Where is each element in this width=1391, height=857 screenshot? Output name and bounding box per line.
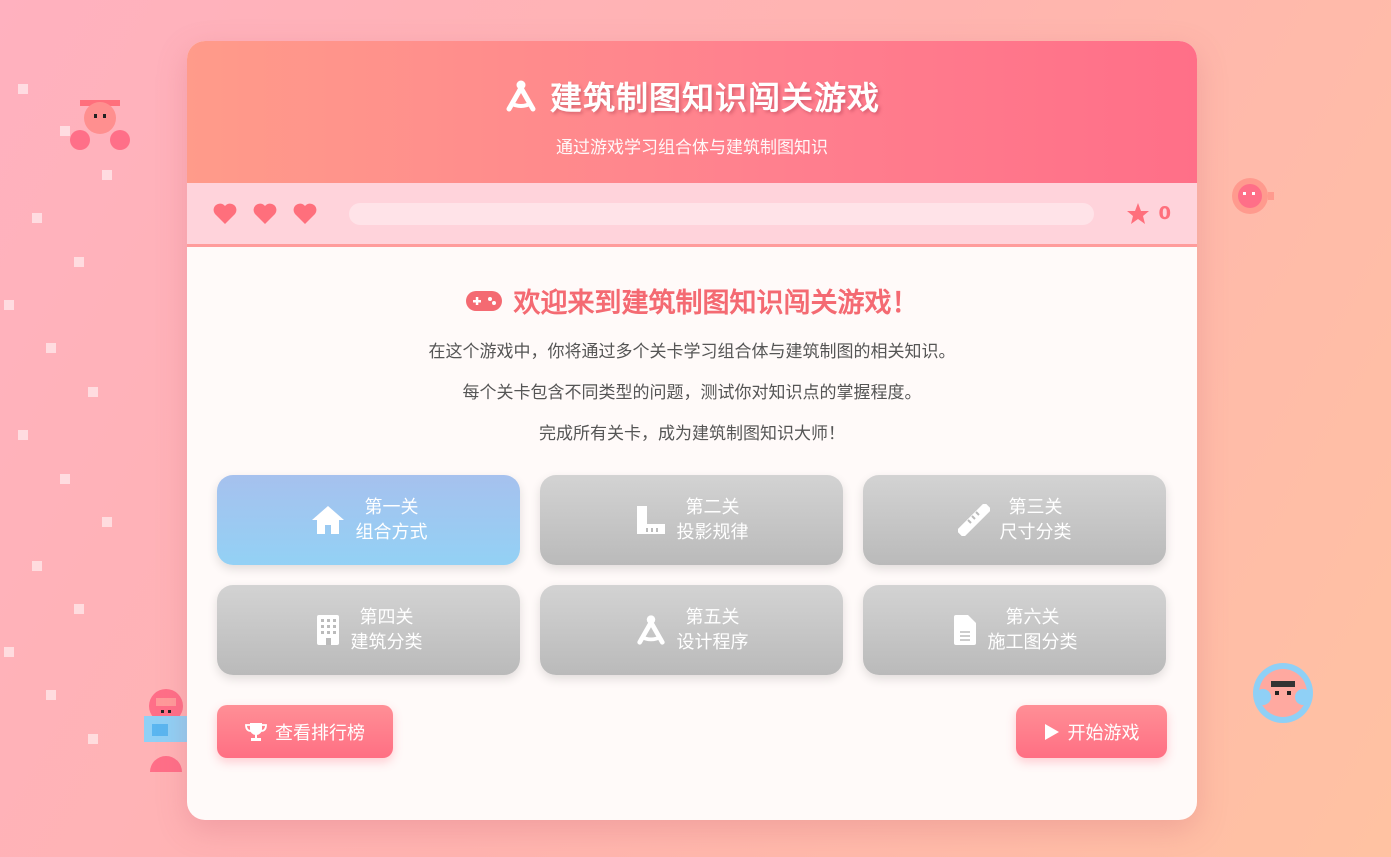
level-name: 设计程序 xyxy=(676,632,749,653)
heart-icon xyxy=(293,203,317,224)
level-5-button[interactable]: 第五关 设计程序 xyxy=(540,585,843,675)
file-icon xyxy=(953,615,976,645)
intro-text: 在这个游戏中，你将通过多个关卡学习组合体与建筑制图的相关知识。 xyxy=(428,342,956,362)
play-icon xyxy=(1044,723,1059,740)
level-number: 第三关 xyxy=(1008,497,1063,518)
main-content: 欢迎来到建筑制图知识闯关游戏！ 在这个游戏中，你将通过多个关卡学习组合体与建筑制… xyxy=(187,281,1197,758)
compass-drafting-icon xyxy=(636,615,665,645)
game-card: 建筑制图知识闯关游戏 通过游戏学习组合体与建筑制图知识 0 欢迎来到建筑制图知识… xyxy=(187,41,1197,820)
score: 0 xyxy=(1126,202,1171,226)
level-number: 第四关 xyxy=(359,607,414,628)
intro-text: 完成所有关卡，成为建筑制图知识大师！ xyxy=(539,424,845,444)
level-4-button[interactable]: 第四关 建筑分类 xyxy=(217,585,520,675)
progress-bar xyxy=(349,202,1095,225)
heart-icon xyxy=(213,203,237,224)
level-number: 第六关 xyxy=(1005,607,1060,628)
level-name: 施工图分类 xyxy=(987,632,1078,653)
title-text: 建筑制图知识闯关游戏 xyxy=(549,79,880,117)
welcome-heading: 欢迎来到建筑制图知识闯关游戏！ xyxy=(217,281,1167,320)
level-name: 尺寸分类 xyxy=(999,522,1072,543)
page-title: 建筑制图知识闯关游戏 xyxy=(187,41,1197,119)
level-number: 第二关 xyxy=(685,497,740,518)
subtitle: 通过游戏学习组合体与建筑制图知识 xyxy=(556,138,828,158)
start-game-button[interactable]: 开始游戏 xyxy=(1016,705,1167,758)
welcome-title: 欢迎来到建筑制图知识闯关游戏！ xyxy=(513,288,919,319)
level-grid: 第一关 组合方式 第二关 投影规律 第三关 尺寸分类 第四关 建筑分类 第五关 设计程序 … xyxy=(217,475,1167,675)
footer-actions: 查看排行榜 开始游戏 xyxy=(217,705,1167,758)
header: 建筑制图知识闯关游戏 通过游戏学习组合体与建筑制图知识 xyxy=(187,41,1197,183)
level-name: 建筑分类 xyxy=(350,632,423,653)
ruler-combined-icon xyxy=(636,506,665,534)
level-number: 第一关 xyxy=(364,497,419,518)
star-icon xyxy=(1127,202,1150,224)
level-name: 投影规律 xyxy=(676,522,749,543)
ruler-icon xyxy=(957,504,990,536)
leaderboard-button[interactable]: 查看排行榜 xyxy=(217,705,393,758)
score-value: 0 xyxy=(1158,203,1171,224)
level-name: 组合方式 xyxy=(355,522,428,543)
heart-icon xyxy=(253,203,277,224)
pixel-character-icon xyxy=(70,100,130,150)
level-2-button[interactable]: 第二关 投影规律 xyxy=(540,475,843,565)
start-game-label: 开始游戏 xyxy=(1067,722,1140,744)
home-icon xyxy=(311,506,344,534)
level-number: 第五关 xyxy=(685,607,740,628)
lives xyxy=(213,203,317,225)
gamepad-icon xyxy=(465,290,502,311)
intro-text: 每个关卡包含不同类型的问题，测试你对知识点的掌握程度。 xyxy=(462,383,922,403)
pixel-character-icon xyxy=(1253,663,1313,723)
pixel-fish-icon xyxy=(1232,178,1274,214)
pixel-character-icon xyxy=(144,689,188,772)
compass-drafting-icon xyxy=(506,80,536,112)
level-6-button[interactable]: 第六关 施工图分类 xyxy=(863,585,1166,675)
leaderboard-label: 查看排行榜 xyxy=(275,722,365,744)
building-icon xyxy=(316,615,339,645)
level-3-button[interactable]: 第三关 尺寸分类 xyxy=(863,475,1166,565)
level-1-button[interactable]: 第一关 组合方式 xyxy=(217,475,520,565)
status-bar: 0 xyxy=(187,183,1197,247)
trophy-icon xyxy=(245,722,267,741)
